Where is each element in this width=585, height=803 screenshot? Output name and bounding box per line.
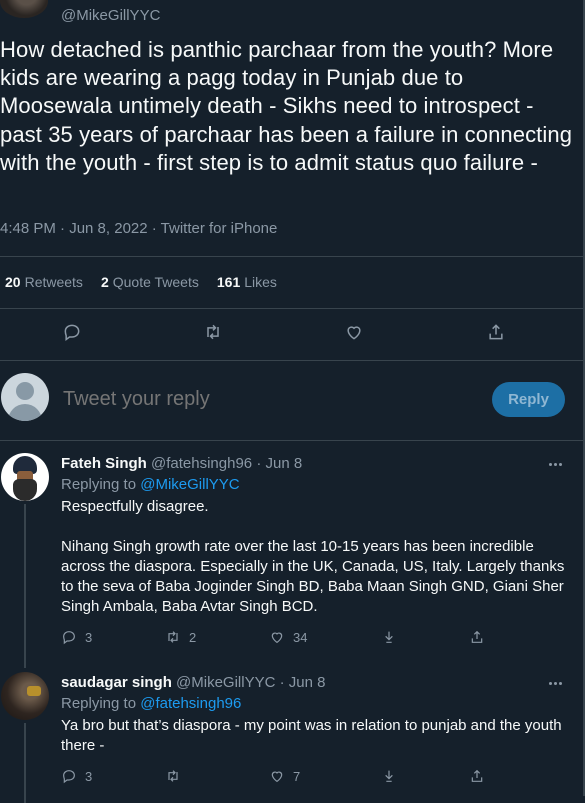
divider	[0, 256, 583, 257]
tweet-timestamp[interactable]: 4:48 PM · Jun 8, 2022 · Twitter for iPho…	[0, 220, 277, 237]
like-button[interactable]: 7	[269, 768, 300, 784]
reply-icon	[63, 770, 75, 784]
reply-submit-button[interactable]: Reply	[492, 382, 565, 417]
quote-tweets-stat[interactable]: 2 Quote Tweets	[101, 274, 199, 290]
reply-header: Fateh Singh @fatehsingh96 · Jun 8	[61, 455, 302, 472]
share-button[interactable]	[469, 629, 485, 645]
avatar[interactable]	[1, 453, 49, 501]
reply-header: saudagar singh @MikeGillYYC · Jun 8	[61, 674, 325, 691]
author-avatar[interactable]	[0, 0, 48, 18]
more-icon[interactable]	[545, 456, 565, 472]
share-icon	[471, 630, 483, 643]
reply-actions: 3 2 34	[61, 629, 511, 649]
mention-link[interactable]: @fatehsingh96	[140, 695, 241, 712]
author-handle[interactable]: @MikeGillYYC	[61, 8, 160, 23]
download-icon	[385, 770, 393, 782]
more-icon[interactable]	[545, 675, 565, 691]
like-icon	[271, 632, 283, 644]
download-button[interactable]	[381, 629, 397, 645]
thread-line	[24, 504, 26, 668]
reply-text: Respectfully disagree. Nihang Singh grow…	[61, 498, 565, 615]
like-icon	[271, 771, 283, 783]
thread-line	[24, 723, 26, 803]
reply-text: Ya bro but that’s diaspora - my point wa…	[61, 717, 562, 754]
retweet-button[interactable]	[165, 768, 189, 784]
like-button[interactable]	[336, 314, 372, 350]
handle-date[interactable]: @fatehsingh96 · Jun 8	[151, 455, 302, 472]
reply-button[interactable]: 3	[61, 768, 92, 784]
download-icon	[385, 631, 393, 643]
reply-icon	[63, 631, 75, 645]
retweet-icon	[168, 631, 178, 643]
reply-button[interactable]: 3	[61, 629, 92, 645]
share-icon	[471, 769, 483, 782]
tweet-actions	[0, 314, 583, 350]
handle-date[interactable]: @MikeGillYYC · Jun 8	[176, 674, 325, 691]
retweet-icon	[168, 770, 178, 782]
retweets-stat[interactable]: 20 Retweets	[5, 274, 83, 290]
display-name[interactable]: Fateh Singh	[61, 455, 147, 472]
tweet-text: How detached is panthic parchaar from th…	[0, 37, 573, 175]
retweet-icon	[207, 324, 219, 340]
likes-stat[interactable]: 161 Likes	[217, 274, 277, 290]
reply-tweet[interactable]: saudagar singh @MikeGillYYC · Jun 8 Repl…	[0, 659, 583, 803]
share-button[interactable]	[478, 314, 514, 350]
replying-to: Replying to @fatehsingh96	[61, 695, 242, 712]
reply-composer: Reply	[0, 360, 583, 440]
download-button[interactable]	[381, 768, 397, 784]
share-icon	[489, 324, 503, 340]
retweet-button[interactable]: 2	[165, 629, 196, 645]
like-button[interactable]: 34	[269, 629, 307, 645]
like-icon	[347, 326, 361, 340]
divider	[0, 308, 583, 309]
reply-button[interactable]	[54, 314, 90, 350]
share-button[interactable]	[469, 768, 485, 784]
display-name[interactable]: saudagar singh	[61, 674, 172, 691]
tweet-stats: 20 Retweets 2 Quote Tweets 161 Likes	[5, 274, 277, 290]
mention-link[interactable]: @MikeGillYYC	[140, 476, 239, 493]
reply-input[interactable]	[63, 388, 443, 411]
reply-icon	[64, 324, 80, 341]
retweet-button[interactable]	[195, 314, 231, 350]
reply-tweet[interactable]: Fateh Singh @fatehsingh96 · Jun 8 Replyi…	[0, 440, 583, 668]
my-avatar[interactable]	[1, 373, 49, 421]
replying-to: Replying to @MikeGillYYC	[61, 476, 240, 493]
reply-actions: 3 7	[61, 768, 511, 788]
avatar[interactable]	[1, 672, 49, 720]
